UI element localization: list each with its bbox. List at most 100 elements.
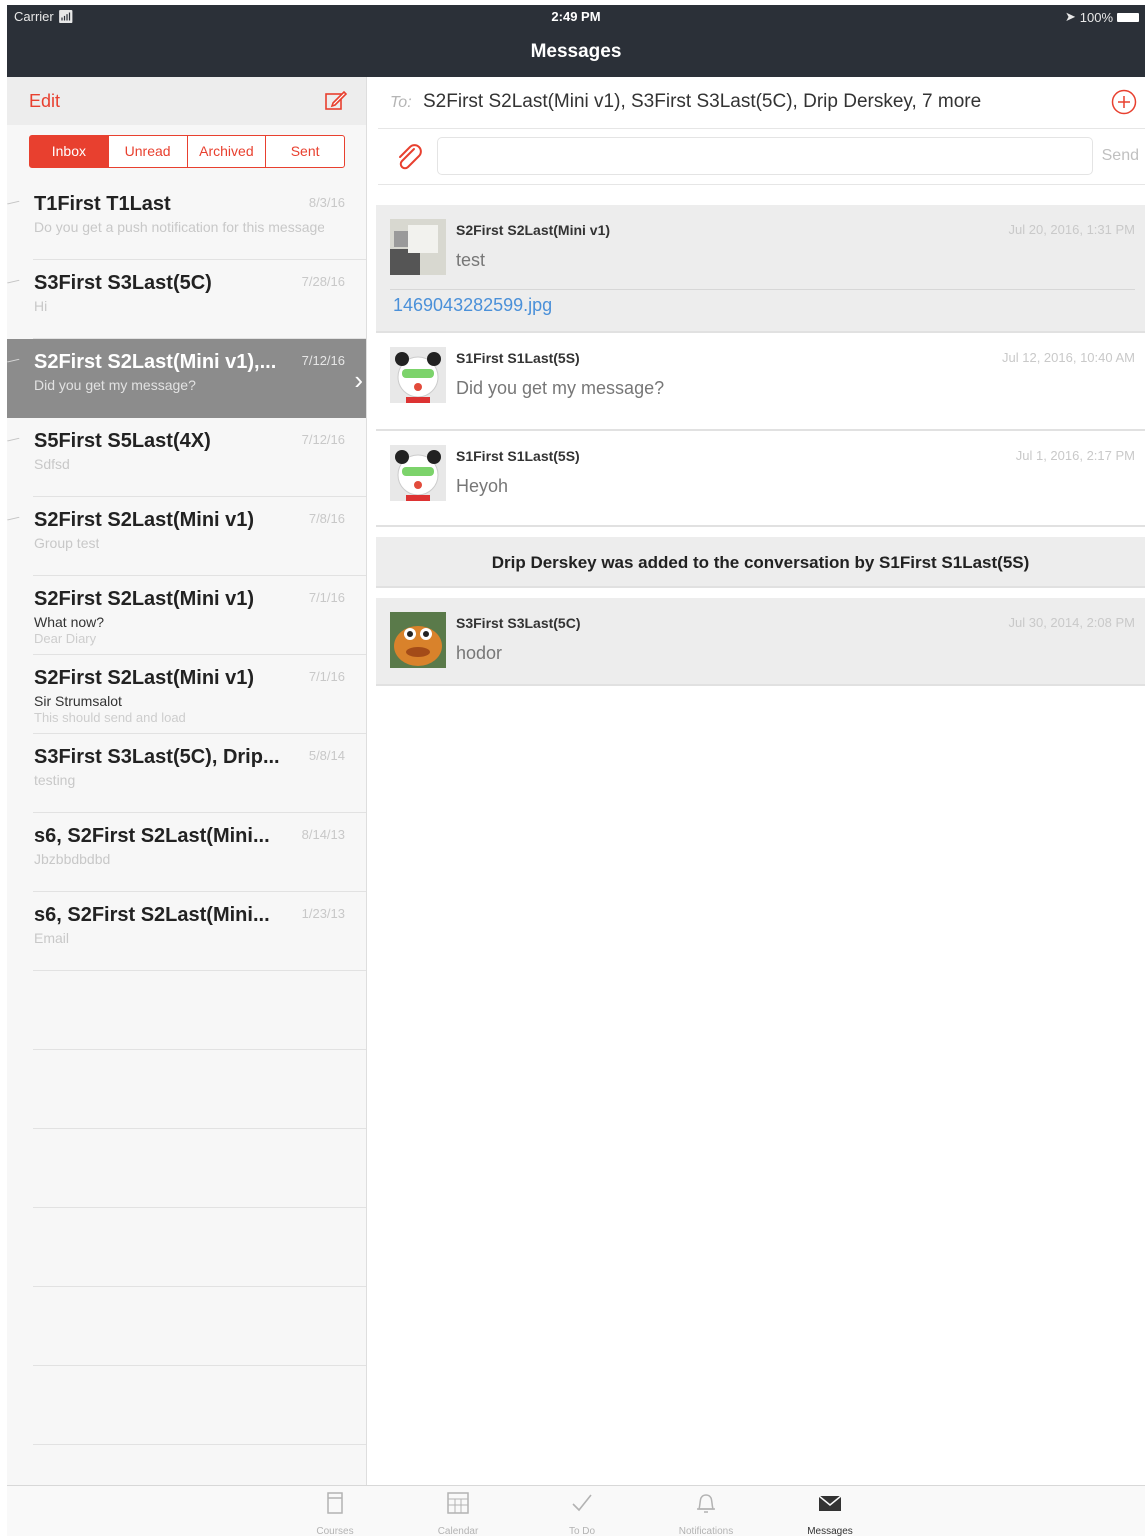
message-item: S3First S3Last(5C) Jul 30, 2014, 2:08 PM… <box>376 598 1145 686</box>
battery-icon <box>1117 12 1139 22</box>
message-author: S3First S3Last(5C) <box>456 615 581 631</box>
avatar <box>390 347 446 403</box>
conversation-preview: Did you get my message? <box>34 377 196 393</box>
message-author: S1First S1Last(5S) <box>456 350 580 366</box>
message-time: Jul 12, 2016, 10:40 AM <box>1002 350 1135 365</box>
tab-messages[interactable]: Messages <box>785 1490 875 1536</box>
mailbox-filter: Inbox Unread Archived Sent <box>29 135 345 168</box>
conversation-date: 5/8/14 <box>308 748 345 763</box>
conversation-item[interactable]: ∕ S3First S3Last(5C) 7/28/16 Hi <box>7 260 366 339</box>
send-button[interactable]: Send <box>1102 147 1139 165</box>
conversation-detail-pane: To: S2First S2Last(Mini v1), S3First S3L… <box>368 77 1145 1485</box>
message-body: Heyoh <box>456 476 509 496</box>
tab-label: Courses <box>316 1526 354 1536</box>
conversation-date: 7/1/16 <box>308 590 345 605</box>
tab-courses[interactable]: Courses <box>290 1490 380 1536</box>
conversation-name: S2First S2Last(Mini v1) <box>34 667 255 689</box>
tab-label: Notifications <box>678 1526 734 1536</box>
conversation-list: ∕ T1First T1Last 8/3/16 Do you get a pus… <box>7 181 366 1485</box>
conversation-item[interactable]: S3First S3Last(5C), Drip... 5/8/14 testi… <box>33 734 366 813</box>
courses-icon <box>327 1492 343 1514</box>
tab-todo[interactable]: To Do <box>537 1490 627 1536</box>
system-notice: Drip Derskey was added to the conversati… <box>376 537 1145 588</box>
conversation-item[interactable]: ∕ T1First T1Last 8/3/16 Do you get a pus… <box>7 181 366 260</box>
segment-unread[interactable]: Unread <box>109 136 188 167</box>
tab-bar: Courses Calendar To Do Notifications Mes… <box>7 1485 1145 1536</box>
edit-button[interactable]: Edit <box>29 91 60 112</box>
recipients-list[interactable]: S2First S2Last(Mini v1), S3First S3Last(… <box>423 91 981 113</box>
message-body: test <box>456 250 486 270</box>
avatar <box>390 219 446 275</box>
conversation-name: S5First S5Last(4X) <box>34 430 211 452</box>
conversation-preview: Hi <box>34 298 48 314</box>
conversation-date: 1/23/13 <box>301 906 345 921</box>
attachment-icon: ∕ <box>7 275 21 290</box>
envelope-icon <box>818 1495 842 1511</box>
attachment-icon: ∕ <box>7 354 21 369</box>
message-time: Jul 1, 2016, 2:17 PM <box>1015 448 1135 463</box>
conversation-item-selected[interactable]: ∕ S2First S2Last(Mini v1),... 7/12/16 Di… <box>7 339 366 418</box>
conversation-item[interactable]: s6, S2First S2Last(Mini... 8/14/13 Jbzbb… <box>33 813 366 892</box>
message-thread: S2First S2Last(Mini v1) Jul 20, 2016, 1:… <box>376 205 1145 686</box>
message-time: Jul 30, 2014, 2:08 PM <box>1008 615 1135 630</box>
conversation-name: S2First S2Last(Mini v1),... <box>34 351 277 373</box>
attachment-icon: ∕ <box>7 196 21 211</box>
empty-row <box>33 1208 366 1287</box>
chevron-right-icon: › <box>354 365 363 395</box>
attachment-divider <box>390 289 1135 290</box>
conversation-date: 7/12/16 <box>301 353 345 368</box>
conversation-preview: Jbzbbdbdbd <box>34 851 111 867</box>
conversation-preview: What now? <box>34 614 105 630</box>
conversation-item[interactable]: ∕ S5First S5Last(4X) 7/12/16 Sdfsd <box>7 418 366 497</box>
attachment-link[interactable]: 1469043282599.jpg <box>393 295 552 316</box>
empty-row <box>33 1445 366 1485</box>
empty-row <box>33 1366 366 1445</box>
conversation-name: s6, S2First S2Last(Mini... <box>34 904 270 926</box>
conversation-name: S2First S2Last(Mini v1) <box>34 588 255 610</box>
message-input[interactable] <box>437 137 1093 175</box>
conversation-item[interactable]: ∕ S2First S2Last(Mini v1) 7/8/16 Group t… <box>7 497 366 576</box>
conversation-item[interactable]: S2First S2Last(Mini v1) 7/1/16 What now?… <box>33 576 366 655</box>
message-author: S2First S2Last(Mini v1) <box>456 222 611 238</box>
message-item: S2First S2Last(Mini v1) Jul 20, 2016, 1:… <box>376 205 1145 333</box>
conversation-preview: Sir Strumsalot <box>34 693 122 709</box>
conversation-preview: Sdfsd <box>34 456 70 472</box>
battery-percent: 100% <box>1079 9 1113 25</box>
attachment-icon: ∕ <box>7 512 21 527</box>
empty-row <box>33 1287 366 1366</box>
message-author: S1First S1Last(5S) <box>456 448 580 464</box>
conversation-name: T1First T1Last <box>34 193 171 215</box>
message-body: hodor <box>456 643 503 663</box>
segment-inbox[interactable]: Inbox <box>30 136 109 167</box>
empty-row <box>33 1050 366 1129</box>
conversation-list-pane: Edit Inbox Unread Archived Sent ∕ T1Firs… <box>7 77 367 1485</box>
avatar <box>390 445 446 501</box>
navigation-bar: Carrier 📶︎ 2:49 PM ➤ 100% Messages <box>7 5 1145 77</box>
conversation-preview: Group test <box>34 535 100 551</box>
tab-calendar[interactable]: Calendar <box>413 1490 503 1536</box>
message-body: Did you get my message? <box>456 378 665 398</box>
segment-sent[interactable]: Sent <box>266 136 344 167</box>
paperclip-icon[interactable] <box>394 143 424 173</box>
conversation-item[interactable]: S2First S2Last(Mini v1) 7/1/16 Sir Strum… <box>33 655 366 734</box>
message-item: S1First S1Last(5S) Jul 12, 2016, 10:40 A… <box>376 333 1145 431</box>
conversation-date: 8/3/16 <box>308 195 345 210</box>
avatar <box>390 612 446 668</box>
conversation-preview: Email <box>34 930 70 946</box>
conversation-date: 8/14/13 <box>301 827 345 842</box>
tab-label: Messages <box>807 1526 853 1536</box>
tab-label: To Do <box>568 1526 596 1536</box>
conversation-date: 7/28/16 <box>301 274 345 289</box>
conversation-date: 7/12/16 <box>301 432 345 447</box>
conversation-date: 7/1/16 <box>308 669 345 684</box>
segment-archived[interactable]: Archived <box>188 136 267 167</box>
app-frame: Carrier 📶︎ 2:49 PM ➤ 100% Messages Edit … <box>7 5 1145 1536</box>
tab-notifications[interactable]: Notifications <box>661 1490 751 1536</box>
conversation-date: 7/8/16 <box>308 511 345 526</box>
add-recipient-icon[interactable] <box>1111 89 1137 115</box>
conversation-subtitle: This should send and load <box>34 710 186 725</box>
compose-row: Send <box>378 129 1145 185</box>
conversation-item[interactable]: s6, S2First S2Last(Mini... 1/23/13 Email <box>33 892 366 971</box>
bell-icon <box>697 1494 715 1513</box>
compose-icon[interactable] <box>324 89 348 113</box>
